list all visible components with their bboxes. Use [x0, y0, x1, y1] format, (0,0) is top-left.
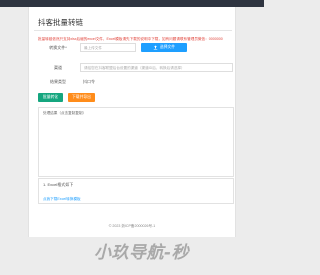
template-download-link[interactable]: 点我下载Excel转换模板: [43, 197, 229, 202]
file-label: 转换文件*: [49, 45, 67, 50]
notice-text: 批量转链依然只支持xlsx后缀的excel文件，Excel模板请先下载的说明中下…: [38, 37, 223, 41]
excel-help-heading: 1. Excel格式如下: [43, 182, 74, 187]
convert-button[interactable]: 批量转化: [38, 93, 63, 102]
watermark: 小玖导航-秒: [94, 243, 190, 263]
result-textarea[interactable]: 处理结果（点击复制复制）: [38, 107, 234, 177]
page-title: 抖客批量转链: [38, 18, 83, 27]
footer-text: © 2023 浙ICP备2000026号-1: [108, 224, 156, 228]
upload-button[interactable]: 选择文件: [141, 43, 187, 52]
upload-icon: [153, 45, 158, 50]
type-value[interactable]: 抖口令: [83, 79, 95, 85]
upload-button-label: 选择文件: [159, 45, 176, 49]
channel-input[interactable]: 请给您在抖客联盟后台设置的渠道（渠道ID后，转换后请选择）: [80, 63, 233, 72]
type-label: 结果类型: [50, 79, 66, 84]
export-button[interactable]: 下载并导出: [68, 93, 95, 102]
file-input[interactable]: 最上传文件: [80, 43, 136, 52]
channel-label: 渠道: [54, 65, 62, 70]
title-divider: [34, 30, 232, 31]
top-bar: [0, 0, 264, 7]
excel-help-panel: 1. Excel格式如下 点我下载Excel转换模板: [38, 178, 234, 204]
